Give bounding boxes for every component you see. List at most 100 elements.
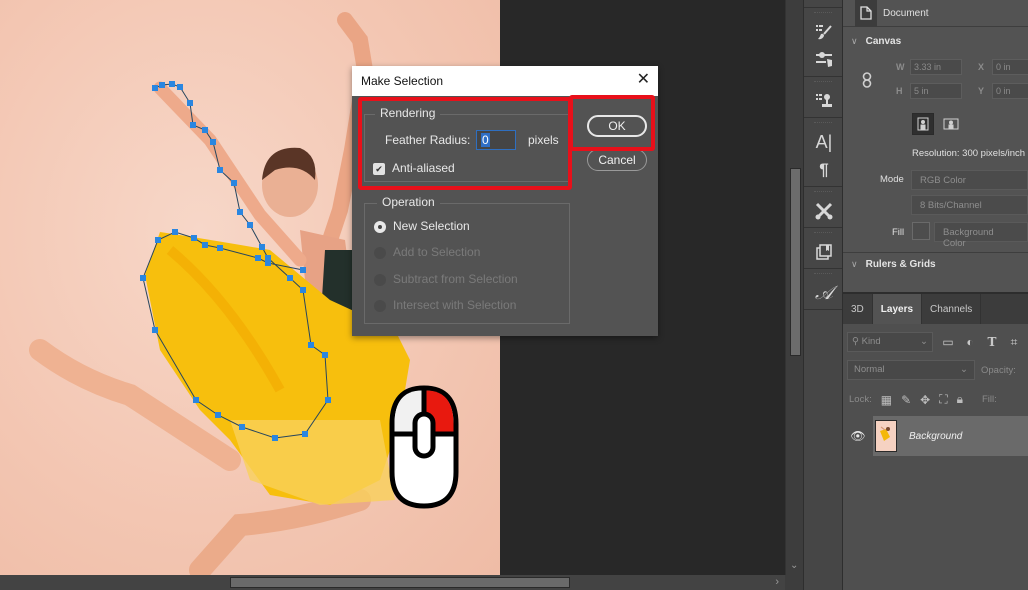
path-anchor-point[interactable]	[287, 275, 293, 281]
photoshop-window: › ⌄ A| ¶ 𝒜 Document ∨ Canvas W 3.33 in X…	[0, 0, 1028, 590]
path-anchor-point[interactable]	[325, 397, 331, 403]
lock-label: Lock:	[849, 394, 872, 405]
ok-button[interactable]: OK	[587, 115, 647, 137]
color-mode-select[interactable]: RGB Color	[911, 170, 1028, 190]
bit-depth-select[interactable]: 8 Bits/Channel	[911, 195, 1028, 215]
layer-name[interactable]: Background	[909, 431, 962, 442]
vertical-scrollbar[interactable]: ⌄	[785, 0, 803, 575]
fill-select[interactable]: Background Color	[934, 222, 1028, 249]
fill-color-swatch[interactable]	[912, 222, 930, 240]
anti-aliased-checkbox[interactable]: ✔	[373, 163, 385, 175]
lock-image-pixels-icon[interactable]: ✎	[901, 393, 911, 407]
path-anchor-point[interactable]	[155, 237, 161, 243]
lock-all-icon[interactable]: 🔒︎	[957, 392, 963, 407]
visibility-eye-icon[interactable]: 👁︎	[843, 429, 873, 443]
path-anchor-point[interactable]	[202, 242, 208, 248]
path-anchor-point[interactable]	[210, 139, 216, 145]
operation-legend: Operation	[377, 195, 440, 209]
path-anchor-point[interactable]	[217, 245, 223, 251]
path-anchor-point[interactable]	[300, 267, 306, 273]
path-anchor-point[interactable]	[215, 412, 221, 418]
layer-filter-kind-select[interactable]: ⚲ Kind ⌄	[847, 332, 933, 352]
tab-3d[interactable]: 3D	[843, 294, 873, 324]
path-anchor-point[interactable]	[172, 229, 178, 235]
height-input[interactable]: 5 in	[910, 83, 962, 99]
lock-position-icon[interactable]: ✥	[920, 393, 930, 407]
path-anchor-point[interactable]	[247, 222, 253, 228]
path-anchor-point[interactable]	[190, 122, 196, 128]
anti-aliased-label[interactable]: Anti-aliased	[392, 161, 455, 175]
subtract-from-selection-radio[interactable]	[374, 274, 386, 286]
search-icon: ⚲	[852, 336, 859, 347]
character-icon[interactable]: A|	[804, 128, 844, 156]
x-label: X	[978, 62, 985, 72]
feather-radius-input[interactable]: 0	[476, 130, 516, 150]
shape-layer-filter-icon[interactable]: ⌗	[1007, 335, 1021, 350]
blend-mode-select[interactable]: Normal ⌄	[847, 360, 975, 380]
canvas-section-header[interactable]: ∨ Canvas	[843, 27, 1028, 55]
width-input[interactable]: 3.33 in	[910, 59, 962, 75]
fill-label: Fill	[892, 227, 905, 238]
intersect-with-selection-radio[interactable]	[374, 300, 386, 312]
brush-settings-icon[interactable]	[804, 46, 844, 74]
dialog-title-bar[interactable]: Make Selection ✕	[352, 66, 658, 96]
add-to-selection-radio[interactable]	[374, 247, 386, 259]
path-anchor-point[interactable]	[140, 275, 146, 281]
new-selection-label[interactable]: New Selection	[393, 219, 470, 233]
new-selection-radio[interactable]	[374, 221, 386, 233]
path-anchor-point[interactable]	[152, 85, 158, 91]
glyphs-icon[interactable]: 𝒜	[804, 279, 844, 307]
add-to-selection-label: Add to Selection	[393, 245, 481, 259]
adjustment-layer-filter-icon[interactable]: ◐	[963, 335, 977, 349]
path-anchor-point[interactable]	[191, 235, 197, 241]
path-anchor-point[interactable]	[202, 127, 208, 133]
path-anchor-point[interactable]	[302, 431, 308, 437]
path-anchor-point[interactable]	[152, 327, 158, 333]
pixel-layer-filter-icon[interactable]: ▭	[941, 335, 955, 349]
rulers-grids-title: Rulers & Grids	[865, 259, 936, 270]
path-anchor-point[interactable]	[272, 435, 278, 441]
path-anchor-point[interactable]	[265, 260, 271, 266]
path-anchor-point[interactable]	[300, 287, 306, 293]
brush-presets-icon[interactable]	[804, 18, 844, 46]
lock-transparent-pixels-icon[interactable]: ▦	[881, 393, 892, 407]
tab-channels[interactable]: Channels	[922, 294, 982, 324]
path-anchor-point[interactable]	[187, 100, 193, 106]
path-anchor-point[interactable]	[159, 82, 165, 88]
lock-artboard-icon[interactable]: ⛶	[939, 392, 947, 407]
portrait-orientation-button[interactable]	[912, 113, 934, 135]
y-input[interactable]: 0 in	[992, 83, 1028, 99]
path-anchor-point[interactable]	[177, 84, 183, 90]
cancel-button[interactable]: Cancel	[587, 149, 647, 171]
landscape-orientation-button[interactable]	[940, 113, 962, 135]
tab-layers[interactable]: Layers	[872, 294, 923, 324]
x-input[interactable]: 0 in	[992, 59, 1028, 75]
paragraph-icon[interactable]: ¶	[804, 156, 844, 184]
path-anchor-point[interactable]	[217, 167, 223, 173]
layer-row-background[interactable]: 👁︎ Background	[843, 416, 1028, 456]
close-icon[interactable]: ✕	[637, 72, 650, 88]
link-dimensions-icon[interactable]	[862, 72, 872, 91]
vertical-scroll-thumb[interactable]	[790, 168, 801, 356]
path-anchor-point[interactable]	[322, 352, 328, 358]
path-anchor-point[interactable]	[255, 255, 261, 261]
path-anchor-point[interactable]	[237, 209, 243, 215]
document-label: Document	[883, 7, 929, 19]
dialog-title: Make Selection	[361, 74, 444, 88]
clone-source-icon[interactable]	[804, 87, 844, 115]
scroll-down-icon[interactable]: ⌄	[790, 560, 798, 571]
rulers-grids-section-header[interactable]: ∨ Rulers & Grids	[843, 252, 1028, 292]
path-anchor-point[interactable]	[169, 81, 175, 87]
path-anchor-point[interactable]	[231, 180, 237, 186]
horizontal-scrollbar[interactable]: ›	[0, 575, 785, 590]
path-anchor-point[interactable]	[308, 342, 314, 348]
type-layer-filter-icon[interactable]: T	[985, 335, 999, 349]
layer-comps-icon[interactable]	[804, 238, 844, 266]
canvas-section-title: Canvas	[865, 35, 902, 47]
path-anchor-point[interactable]	[239, 424, 245, 430]
tool-presets-icon[interactable]	[804, 197, 844, 225]
path-anchor-point[interactable]	[259, 244, 265, 250]
horizontal-scroll-thumb[interactable]	[230, 577, 570, 588]
path-anchor-point[interactable]	[193, 397, 199, 403]
scroll-right-icon[interactable]: ›	[775, 575, 779, 590]
